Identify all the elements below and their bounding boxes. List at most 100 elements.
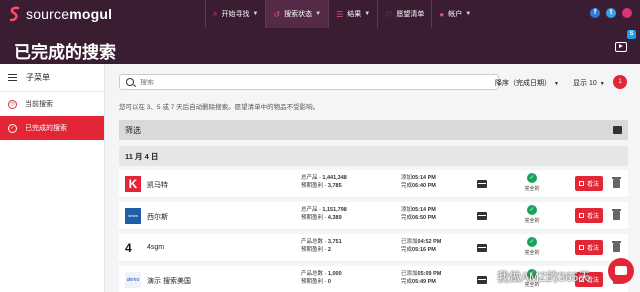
store-name: 西尔斯: [147, 214, 168, 221]
external-link-icon: [578, 213, 584, 218]
main-nav: ⌕ 开始寻找 ▼ ↺ 搜索状态 ▼ ☰ 结果 ▼ ♡ 愿望清单 ● 帐户 ▼: [205, 0, 478, 28]
nav-item-account[interactable]: ● 帐户 ▼: [431, 0, 478, 28]
date-label: 11 月 4 日: [125, 151, 159, 161]
external-link-icon: [578, 245, 584, 250]
total-products-value: 1,000: [327, 271, 342, 277]
status-label: 完全的: [524, 218, 540, 224]
brand-logo[interactable]: sourcemogul: [0, 0, 205, 28]
view-button-label: 看法: [586, 246, 599, 252]
stat-label: 预期盈利 -: [301, 183, 328, 189]
sidebar-item-label: 已完成的搜索: [25, 125, 67, 132]
store-icon[interactable]: [477, 180, 487, 188]
trash-icon[interactable]: [612, 177, 621, 188]
list-icon: ☰: [336, 9, 344, 19]
check-icon: ✓: [527, 237, 537, 247]
hamburger-icon: [8, 74, 17, 81]
search-icon: [126, 78, 134, 86]
row-stats: 产品总数 - 3,751 预期盈利 - 2: [301, 238, 342, 254]
store-icon[interactable]: [477, 212, 487, 220]
status-complete: ✓ 完全的: [517, 205, 547, 224]
completed-time: 05:49 PM: [412, 279, 436, 285]
brand-name-bold: mogul: [69, 6, 113, 22]
page-title: 已完成的搜索: [14, 43, 116, 62]
row-times: 添加05:14 PM 完成06:40 PM: [401, 174, 436, 190]
4sgm-logo: 4: [125, 241, 132, 255]
total-products-value: 1,441,348: [322, 175, 347, 181]
status-complete: ✓ 完全的: [517, 237, 547, 256]
nav-item-results[interactable]: ☰ 结果 ▼: [328, 0, 377, 28]
view-button[interactable]: 看法: [575, 208, 603, 223]
user-icon: ●: [439, 9, 445, 19]
nav-item-label: 搜索状态: [284, 11, 313, 18]
trash-icon[interactable]: [612, 241, 621, 252]
twitter-icon[interactable]: t: [606, 8, 616, 18]
nav-item-wishlist[interactable]: ♡ 愿望清单: [377, 0, 431, 28]
store-icon[interactable]: [613, 126, 622, 134]
row-times: 添加05:14 PM 完成06:50 PM: [401, 206, 436, 222]
view-button-label: 看法: [586, 182, 599, 188]
stat-label: 预期盈利 -: [301, 279, 328, 285]
stat-label: 预期盈利 -: [301, 247, 328, 253]
search-icon: ⌕: [213, 9, 218, 18]
expected-profit-value: 2: [327, 247, 331, 253]
notification-badge[interactable]: 1: [613, 75, 627, 89]
sidebar: 子菜单 ◷ 当前搜索 ✓ 已完成的搜索: [0, 64, 105, 292]
store-icon[interactable]: [477, 276, 487, 284]
nav-item-label: 帐户: [448, 11, 463, 18]
sidebar-item-completed-search[interactable]: ✓ 已完成的搜索: [0, 116, 104, 140]
table-row: sears 西尔斯 总产品 - 1,151,798 预期盈利 - 4,389 添…: [119, 202, 628, 230]
chevron-down-icon: ▼: [252, 11, 259, 17]
auto-delete-hint: 您可以在 3、5 或 7 天后自动删除搜索。愿望清单中的物品不受影响。: [119, 104, 320, 111]
store-name: 演示 搜索美国: [147, 278, 191, 285]
time-label: 完成: [401, 215, 413, 221]
date-group-header: 11 月 4 日: [119, 146, 628, 166]
nav-item-start-search[interactable]: ⌕ 开始寻找 ▼: [205, 0, 265, 28]
video-tutorial-icon[interactable]: [615, 42, 627, 52]
extension-badge-icon[interactable]: S: [627, 30, 636, 39]
sort-dropdown[interactable]: 降序（完成日期） ▼: [495, 78, 559, 88]
search-input[interactable]: [140, 78, 480, 86]
store-icon[interactable]: [477, 244, 487, 252]
expected-profit-value: 3,785: [327, 183, 342, 189]
page-size-dropdown[interactable]: 显示 10 ▼: [573, 78, 605, 88]
check-circle-icon: ✓: [8, 123, 17, 133]
stat-label: 预期盈利 -: [301, 215, 328, 221]
added-time: 05:09 PM: [417, 271, 442, 277]
view-button[interactable]: 看法: [575, 176, 603, 191]
sort-label: 降序（完成日期）: [495, 80, 551, 87]
time-label: 完成: [401, 279, 413, 285]
completed-time: 05:16 PM: [412, 247, 436, 253]
trash-icon[interactable]: [612, 209, 621, 220]
row-times: 已添加05:09 PM 完成05:49 PM: [401, 270, 441, 286]
sidebar-item-current-search[interactable]: ◷ 当前搜索: [0, 92, 104, 116]
row-stats: 总产品 - 1,441,348 预期盈利 - 3,785: [301, 174, 347, 190]
sears-logo: sears: [125, 208, 141, 224]
submenu-header[interactable]: 子菜单: [0, 64, 104, 92]
time-label: 完成: [401, 183, 413, 189]
expected-profit-value: 0: [327, 279, 331, 285]
added-time: 04:52 PM: [417, 239, 442, 245]
row-stats: 产品总数 - 1,000 预期盈利 - 0: [301, 270, 342, 286]
nav-item-label: 开始寻找: [221, 11, 250, 18]
chat-button[interactable]: [608, 258, 634, 284]
brand-name-light: source: [26, 6, 70, 22]
nav-item-search-status[interactable]: ↺ 搜索状态 ▼: [265, 0, 329, 28]
top-navbar: sourcemogul ⌕ 开始寻找 ▼ ↺ 搜索状态 ▼ ☰ 结果 ▼ ♡ 愿…: [0, 0, 640, 28]
total-products-value: 1,151,798: [322, 207, 347, 213]
stat-label: 总产品 -: [301, 175, 323, 181]
view-button[interactable]: 看法: [575, 240, 603, 255]
filter-bar[interactable]: 筛选: [119, 120, 628, 140]
instagram-icon[interactable]: [622, 8, 632, 18]
facebook-icon[interactable]: f: [590, 8, 600, 18]
completed-time: 06:40 PM: [412, 183, 436, 189]
store-name: 凯马特: [147, 182, 168, 189]
stat-label: 总产品 -: [301, 207, 323, 213]
status-label: 完全的: [524, 250, 540, 256]
store-name: 4sgm: [147, 244, 165, 251]
stat-label: 产品总数 -: [301, 271, 328, 277]
time-label: 添加: [401, 175, 413, 181]
filter-label: 筛选: [125, 125, 141, 135]
status-complete: ✓ 完全的: [517, 173, 547, 192]
watermark-text: 我做AMZ的365天: [497, 270, 591, 284]
total-products-value: 3,751: [327, 239, 342, 245]
